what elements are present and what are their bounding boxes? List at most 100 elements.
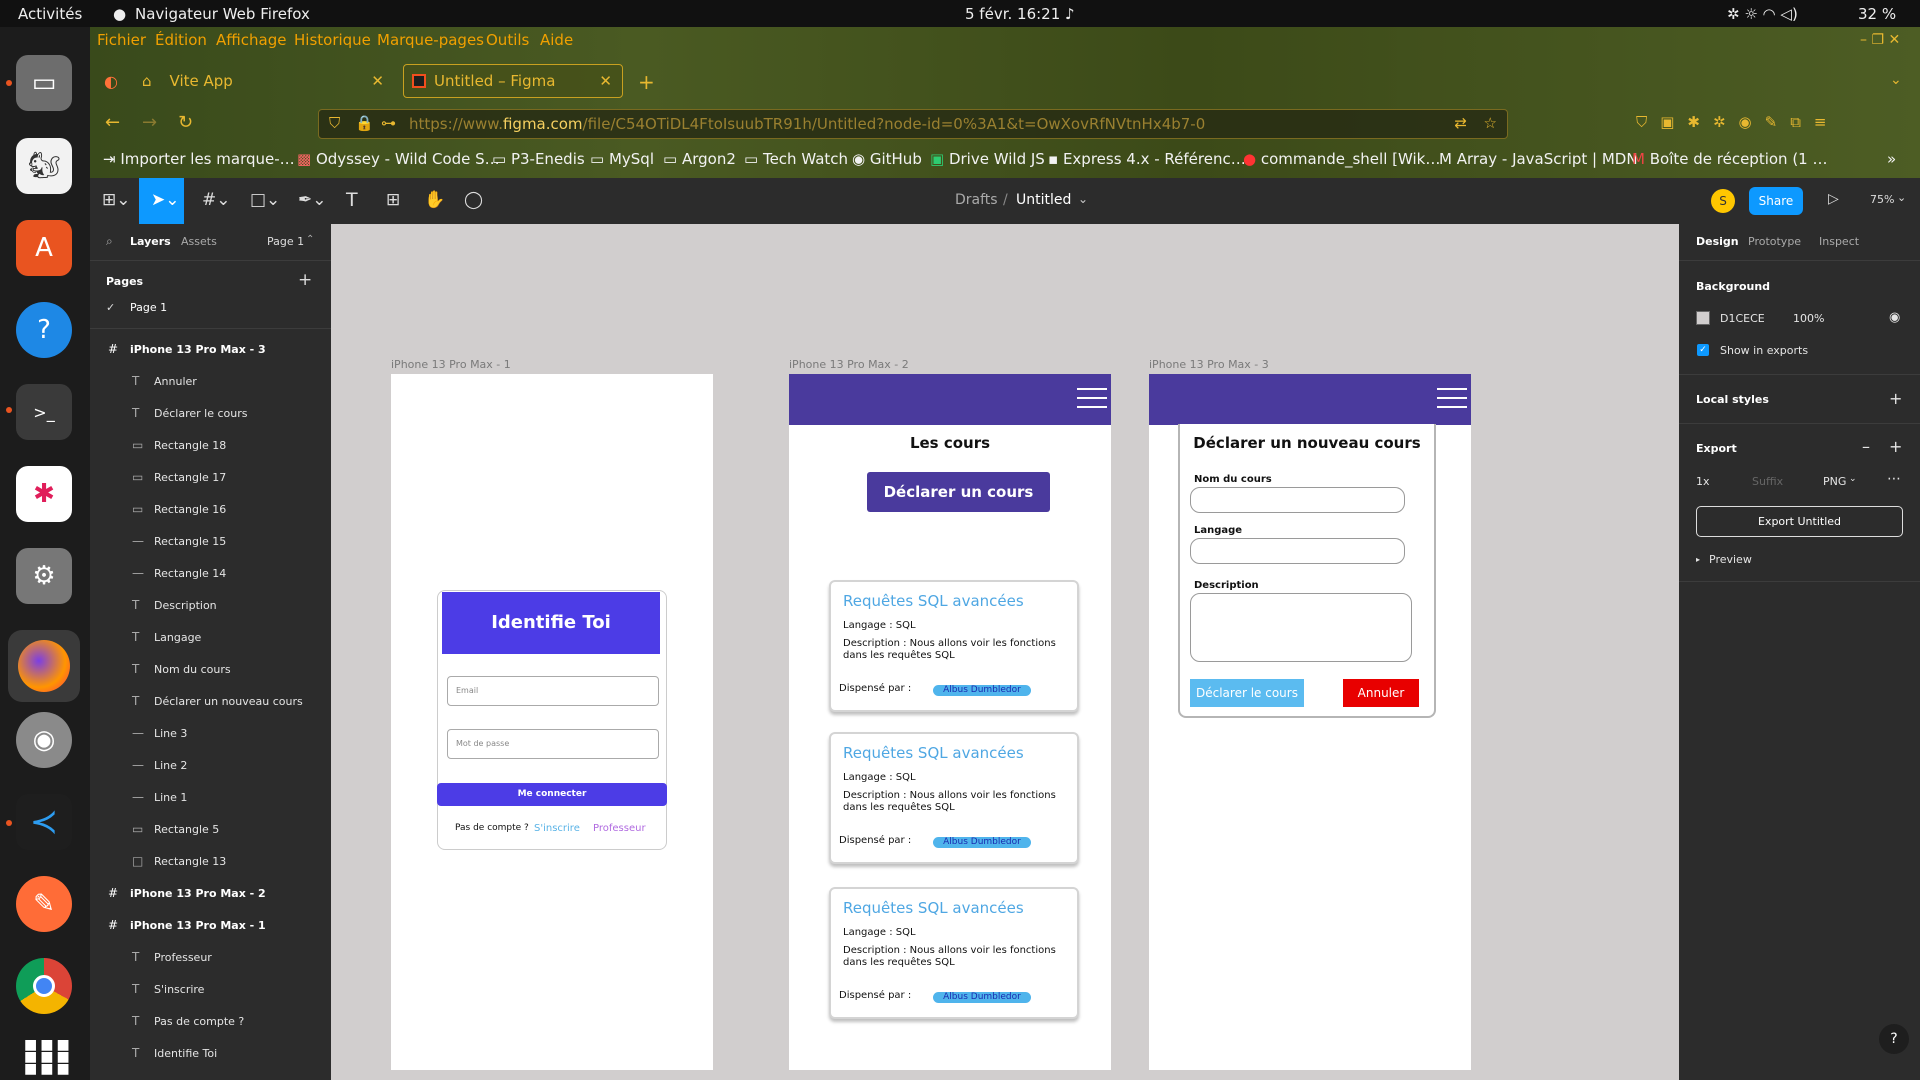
dbeaver-icon[interactable]: 🐿 [16,138,72,194]
frame-tool-icon[interactable]: #⌄ [202,190,231,210]
help-icon[interactable]: ? [16,302,72,358]
chevron-down-icon[interactable]: ⌄ [1078,192,1088,206]
layer-item[interactable]: ▭ Rectangle 18 [90,430,331,460]
bookmark-folder[interactable]: ▭ Tech Watch [744,150,848,168]
course-card[interactable]: Requêtes SQL avancées Langage : SQL Descri… [829,887,1079,1019]
extensions-toolbar[interactable]: ⛉▣✱✲◉✎⧉≡ [1636,113,1840,131]
cancel-button[interactable]: Annuler [1343,679,1419,707]
menu-outils[interactable]: Outils [486,31,529,49]
shape-tool-icon[interactable]: □⌄ [250,190,280,210]
move-tool-active[interactable]: ➤⌄ [139,178,184,224]
language-input[interactable] [1190,538,1405,564]
hand-tool-icon[interactable]: ✋ [424,190,445,210]
export-scale[interactable]: 1x [1696,475,1710,488]
course-name-input[interactable] [1190,487,1405,513]
bookmark-folder[interactable]: ▭ P3-Enedis [492,150,585,168]
forward-icon[interactable]: → [142,112,157,133]
hamburger-menu-icon[interactable] [1077,388,1107,415]
menu-edition[interactable]: Édition [155,31,207,49]
layer-frame[interactable]: # iPhone 13 Pro Max - 1 [90,910,331,940]
tab-layers[interactable]: Layers [130,235,171,248]
url-bar[interactable]: ⛉ 🔒 ⊶ https://www. figma.com/file/C54OTiD… [318,109,1508,139]
layer-item[interactable]: ▭ Rectangle 16 [90,494,331,524]
battery-indicator[interactable]: 32 % [1858,5,1896,23]
layer-item[interactable]: ▭ Rectangle 17 [90,462,331,492]
hamburger-menu-icon[interactable] [1437,388,1467,415]
layer-frame[interactable]: # iPhone 13 Pro Max - 3 [90,334,331,364]
teacher-badge[interactable]: Albus Dumbledor [933,992,1031,1003]
frame-iphone-2[interactable]: Les cours Déclarer un cours Requêtes SQL… [789,374,1111,1070]
layer-item[interactable]: ▭ Rectangle 5 [90,814,331,844]
layer-item[interactable]: T Pas de compte ? [90,1006,331,1036]
chrome-icon[interactable] [16,958,72,1014]
slack-icon[interactable]: ✱ [16,466,72,522]
help-button[interactable]: ? [1879,1024,1909,1054]
layer-item[interactable]: T Description [90,590,331,620]
course-card[interactable]: Requêtes SQL avancées Langage : SQL Descri… [829,732,1079,864]
layer-item[interactable]: T Identifie Toi [90,1038,331,1068]
show-apps-icon[interactable]: ■■■ ■■■ ■■■ [24,1038,73,1076]
frame-label[interactable]: iPhone 13 Pro Max - 1 [391,358,511,371]
bookmark-item[interactable]: ● commande_shell [Wik… [1243,150,1440,168]
terminal-icon[interactable]: >_ [16,384,72,440]
avatar[interactable]: S [1711,189,1735,213]
export-button[interactable]: Export Untitled [1696,506,1903,537]
search-icon[interactable]: ⌕ [106,234,113,249]
bookmark-item[interactable]: ▣ Drive Wild JS [930,150,1045,168]
layer-item[interactable]: T Déclarer un nouveau cours [90,686,331,716]
back-icon[interactable]: ← [105,112,120,133]
bookmark-item[interactable]: ◉ GitHub [852,150,922,168]
comment-tool-icon[interactable]: ◯ [464,190,483,210]
caret-right-icon[interactable]: ▸ [1696,555,1700,564]
tab-list-icon[interactable]: ⌄ [1890,72,1902,88]
preview-toggle[interactable]: Preview [1709,553,1752,566]
login-button[interactable]: Me connecter [437,783,667,806]
bookmarks-overflow-icon[interactable]: » [1887,150,1896,168]
add-page-icon[interactable]: + [298,270,312,290]
firefox-view-icon[interactable]: ◐ [104,72,118,91]
layer-item[interactable]: — Line 3 [90,718,331,748]
postman-icon[interactable]: ✎ [16,876,72,932]
layer-item[interactable]: T Annuler [90,366,331,396]
activities-button[interactable]: Activités [18,5,82,23]
canvas[interactable]: iPhone 13 Pro Max - 1 Identifie Toi Emai… [331,224,1679,1080]
figma-menu-icon[interactable]: ⊞⌄ [102,190,131,210]
background-swatch[interactable] [1696,311,1710,325]
page-item[interactable]: ✓ Page 1 [90,293,331,323]
bookmark-item[interactable]: M Array - JavaScript | MDN [1439,150,1638,168]
files-icon[interactable]: ▭ [16,55,72,111]
pen-tool-icon[interactable]: ✒⌄ [298,190,327,210]
description-textarea[interactable] [1190,593,1412,662]
add-style-icon[interactable]: + [1889,389,1902,408]
add-export-icon[interactable]: + [1889,437,1902,456]
close-tab-icon[interactable]: ✕ [371,72,384,90]
bookmark-item[interactable]: M Boîte de réception (1 … [1632,150,1828,168]
more-options-icon[interactable]: ⋯ [1887,471,1901,487]
layer-item[interactable]: T Professeur [90,942,331,972]
layer-item[interactable]: — Rectangle 14 [90,558,331,588]
vscode-icon[interactable]: ≺ [16,794,72,850]
clock[interactable]: 5 févr. 16:21 [965,5,1060,23]
share-button[interactable]: Share [1749,187,1803,215]
tab-inspect[interactable]: Inspect [1819,235,1859,248]
bookmark-star-icon[interactable]: ☆ [1484,114,1497,132]
eye-icon[interactable]: ◉ [1889,310,1900,325]
frame-label[interactable]: iPhone 13 Pro Max - 3 [1149,358,1269,371]
tab-vite-app[interactable]: ⌂ Vite App ✕ [140,64,390,98]
present-icon[interactable]: ▷ [1828,191,1839,207]
page-selector[interactable]: Page 1 [267,235,304,248]
course-card[interactable]: Requêtes SQL avancées Langage : SQL Descri… [829,580,1079,712]
bookmark-item[interactable]: ▩ Odyssey - Wild Code S… [297,150,500,168]
frame-iphone-1[interactable]: Identifie Toi Email Mot de passe Me conn… [391,374,713,1070]
layer-item[interactable]: — Rectangle 15 [90,526,331,556]
bookmark-folder[interactable]: ▭ MySql [590,150,654,168]
layer-item[interactable]: — Line 2 [90,750,331,780]
signup-link[interactable]: S'inscrire [534,823,580,834]
system-tray-icons[interactable]: ✲ ☼ ◠ ◁) [1727,5,1798,23]
bookmark-folder[interactable]: ▭ Argon2 [663,150,736,168]
layer-item[interactable]: T Nom du cours [90,654,331,684]
password-field[interactable]: Mot de passe [447,729,659,759]
menu-marque-pages[interactable]: Marque-pages [377,31,484,49]
menu-aide[interactable]: Aide [540,31,573,49]
text-tool-icon[interactable]: T [346,189,358,211]
